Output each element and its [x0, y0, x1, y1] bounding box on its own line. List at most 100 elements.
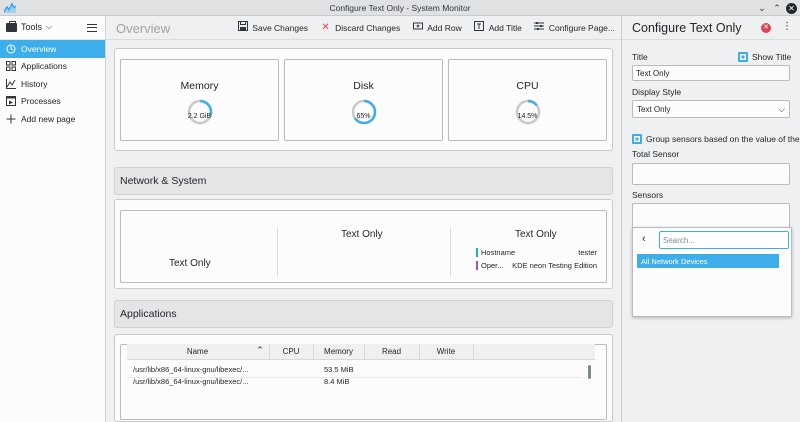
- add-row-icon: [412, 21, 423, 34]
- gauge-label: Disk: [353, 80, 374, 92]
- add-title-button[interactable]: Add Title: [474, 21, 522, 34]
- sidebar-item-label: Overview: [21, 43, 57, 54]
- os-value: KDE neon Testing Edition: [512, 261, 597, 270]
- sensor-search-input[interactable]: Search...: [659, 231, 789, 249]
- sensor-search-popup: ‹ Search... All Network Devices: [632, 227, 792, 317]
- close-panel-icon[interactable]: ✕: [761, 23, 771, 33]
- process-memory: 53.5 MiB: [324, 365, 354, 374]
- network-system-title[interactable]: Network & System: [114, 167, 613, 195]
- sidebar-item-overview[interactable]: Overview: [0, 40, 105, 58]
- gauge-value: 14.5%: [517, 113, 538, 120]
- gauge-value: 2.2 GiB: [187, 113, 212, 120]
- back-arrow-icon[interactable]: ‹: [642, 233, 646, 245]
- minimize-icon[interactable]: ⌄: [756, 2, 768, 14]
- add-row-button[interactable]: Add Row: [412, 21, 462, 34]
- overflow-menu-icon[interactable]: ⋮: [782, 22, 792, 32]
- os-label: Oper...: [481, 261, 504, 270]
- configure-page-button[interactable]: Configure Page...: [534, 21, 615, 34]
- panel-header: Configure Text Only ✕ ⋮: [622, 16, 800, 40]
- cpu-gauge-ring: [515, 99, 541, 125]
- text-only-face-1: Text Only: [169, 258, 211, 269]
- checkbox-checked-icon: [632, 134, 642, 144]
- chevron-down-icon: ⌵: [46, 22, 53, 31]
- page-toolbar: Save Changes ✕ Discard Changes Add Row A…: [237, 21, 615, 34]
- column-header-name[interactable]: Name: [127, 347, 268, 356]
- add-title-icon: [474, 21, 485, 34]
- sidebar-header: Tools ⌵: [0, 16, 105, 40]
- column-divider: [277, 227, 278, 277]
- processes-icon: [6, 96, 16, 107]
- tools-menu-button[interactable]: Tools ⌵: [6, 20, 53, 32]
- show-title-checkbox[interactable]: Show Title: [738, 52, 791, 62]
- configure-icon: [534, 21, 545, 34]
- process-name: /usr/lib/x86_64-linux-gnu/libexec/...: [133, 365, 249, 374]
- cpu-gauge-card[interactable]: CPU 14.5%: [448, 59, 607, 141]
- sidebar-item-label: Applications: [21, 61, 67, 72]
- toolbox-icon: [6, 20, 17, 32]
- group-sensors-checkbox[interactable]: Group sensors based on the value of the …: [632, 134, 800, 144]
- show-title-label: Show Title: [752, 52, 792, 62]
- sensors-label: Sensors: [632, 190, 664, 200]
- main-toolbar: Overview Save Changes ✕ Discard Changes …: [106, 16, 621, 40]
- sidebar-item-label: Add new page: [21, 113, 76, 124]
- process-name: /usr/lib/x86_64-linux-gnu/libexec/...: [133, 377, 249, 386]
- sidebar-item-label: History: [21, 78, 48, 89]
- memory-gauge-card[interactable]: Memory 2.2 GiB: [120, 59, 279, 141]
- chevron-down-icon: ⌵: [778, 104, 785, 114]
- column-header-cpu[interactable]: CPU: [269, 347, 313, 356]
- sidebar: Tools ⌵ Overview Applications History Pr…: [0, 16, 106, 422]
- applications-title[interactable]: Applications: [114, 300, 613, 328]
- add-title-label: Add Title: [488, 22, 522, 33]
- sidebar-item-history[interactable]: History: [0, 75, 105, 93]
- display-style-select[interactable]: Text Only ⌵: [632, 100, 790, 118]
- title-input[interactable]: Text Only: [632, 65, 790, 81]
- title-field-label: Title: [632, 52, 648, 62]
- plus-icon: [6, 114, 16, 124]
- discard-changes-label: Discard Changes: [335, 22, 401, 33]
- network-system-card[interactable]: Text Only Text Only Text Only Hostname t…: [120, 210, 607, 283]
- add-row-label: Add Row: [427, 22, 462, 33]
- text-only-face-3: Text Only: [515, 229, 557, 240]
- sidebar-item-applications[interactable]: Applications: [0, 58, 105, 76]
- sidebar-page-list: Overview Applications History Processes …: [0, 40, 105, 128]
- table-row[interactable]: /usr/lib/x86_64-linux-gnu/libexec/... 53…: [127, 362, 582, 377]
- close-icon[interactable]: ✕: [786, 2, 797, 14]
- sidebar-item-processes[interactable]: Processes: [0, 93, 105, 111]
- column-header-write[interactable]: Write: [419, 347, 473, 356]
- display-style-label: Display Style: [632, 87, 682, 97]
- discard-changes-button[interactable]: ✕ Discard Changes: [320, 21, 400, 34]
- column-header-read[interactable]: Read: [364, 347, 419, 356]
- save-changes-label: Save Changes: [252, 22, 309, 33]
- total-sensor-drop-area[interactable]: [632, 163, 790, 185]
- process-memory: 8.4 MiB: [324, 377, 350, 386]
- save-changes-button[interactable]: Save Changes: [237, 21, 308, 34]
- gauge-label: CPU: [516, 80, 539, 92]
- process-table-header: Name ⌃ CPU Memory Read Write: [127, 344, 595, 360]
- tools-label: Tools: [21, 22, 43, 32]
- sort-ascending-icon: ⌃: [256, 345, 264, 355]
- os-color-bar: [476, 261, 478, 270]
- gauge-label: Memory: [180, 80, 219, 92]
- history-icon: [6, 78, 16, 89]
- hostname-value: tester: [578, 248, 597, 257]
- column-divider: [450, 227, 451, 277]
- sensor-option-all-network-devices[interactable]: All Network Devices: [637, 254, 779, 268]
- window-titlebar: Configure Text Only - System Monitor ⌄ ⌃…: [0, 0, 800, 16]
- column-header-memory[interactable]: Memory: [313, 347, 364, 356]
- group-sensors-label: Group sensors based on the value of the …: [646, 134, 800, 144]
- table-row[interactable]: /usr/lib/x86_64-linux-gnu/libexec/... 8.…: [127, 377, 582, 386]
- overview-icon: [6, 44, 16, 54]
- checkbox-checked-icon: [738, 52, 748, 62]
- hamburger-menu-icon[interactable]: [87, 24, 97, 32]
- save-icon: [237, 21, 248, 34]
- total-sensor-label: Total Sensor: [632, 149, 680, 159]
- maximize-icon[interactable]: ⌃: [771, 2, 783, 14]
- sidebar-item-add-new-page[interactable]: Add new page: [0, 110, 105, 128]
- disk-gauge-ring: [351, 99, 377, 125]
- table-scrollbar-handle[interactable]: [588, 365, 591, 379]
- applications-icon: [6, 61, 16, 72]
- column-divider: [473, 344, 474, 360]
- hostname-color-bar: [476, 248, 478, 257]
- text-only-face-2: Text Only: [341, 229, 383, 240]
- disk-gauge-card[interactable]: Disk 65%: [284, 59, 443, 141]
